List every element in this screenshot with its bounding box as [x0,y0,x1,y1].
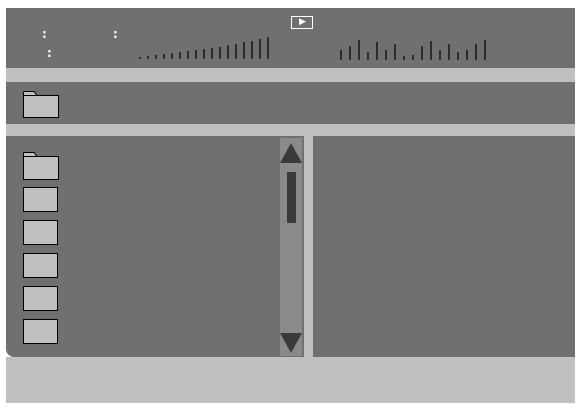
file-icon[interactable] [23,286,58,311]
separator-strip [6,124,575,136]
current-folder-bar [6,82,575,124]
folder-icon[interactable] [23,152,59,180]
scroll-down-arrow-icon[interactable] [280,332,302,354]
file-list-panel [6,136,304,357]
volume-meter-icon [139,37,269,59]
time-separator: : [113,27,118,41]
list-scrollbar[interactable] [280,138,302,356]
player-screen: : : : ▶ [0,0,581,409]
status-bar: : : : ▶ [6,8,575,68]
preview-panel [313,136,575,357]
file-icon[interactable] [23,319,58,344]
play-icon[interactable]: ▶ [291,16,313,29]
bottom-strip [6,357,575,403]
file-icon[interactable] [23,220,58,245]
play-glyph: ▶ [299,17,306,27]
scroll-thumb[interactable] [287,172,296,223]
file-icon[interactable] [23,253,58,278]
spectrum-meter-icon [340,40,486,60]
time-separator: : [47,46,52,60]
separator-strip [6,68,575,82]
folder-icon[interactable] [23,91,59,118]
scroll-up-arrow-icon[interactable] [280,142,302,164]
panel-divider [304,136,313,357]
time-separator: : [42,27,47,41]
file-icon[interactable] [23,187,58,212]
